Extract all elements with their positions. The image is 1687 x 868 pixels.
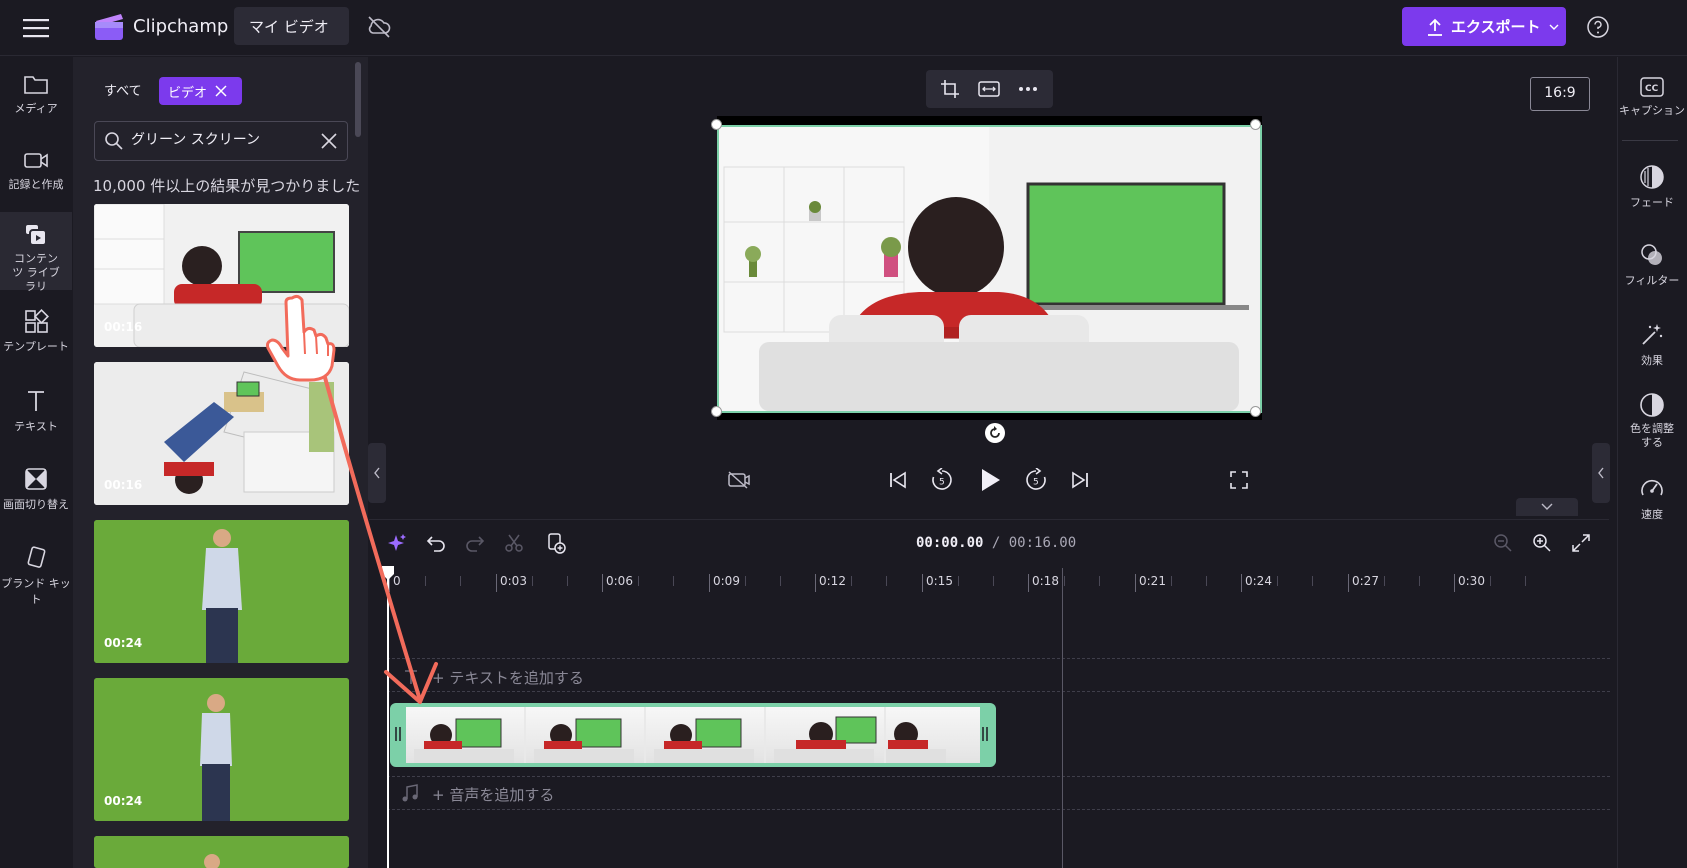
hand-pointer-icon xyxy=(264,292,336,382)
drag-annotation-arrow xyxy=(316,350,438,704)
